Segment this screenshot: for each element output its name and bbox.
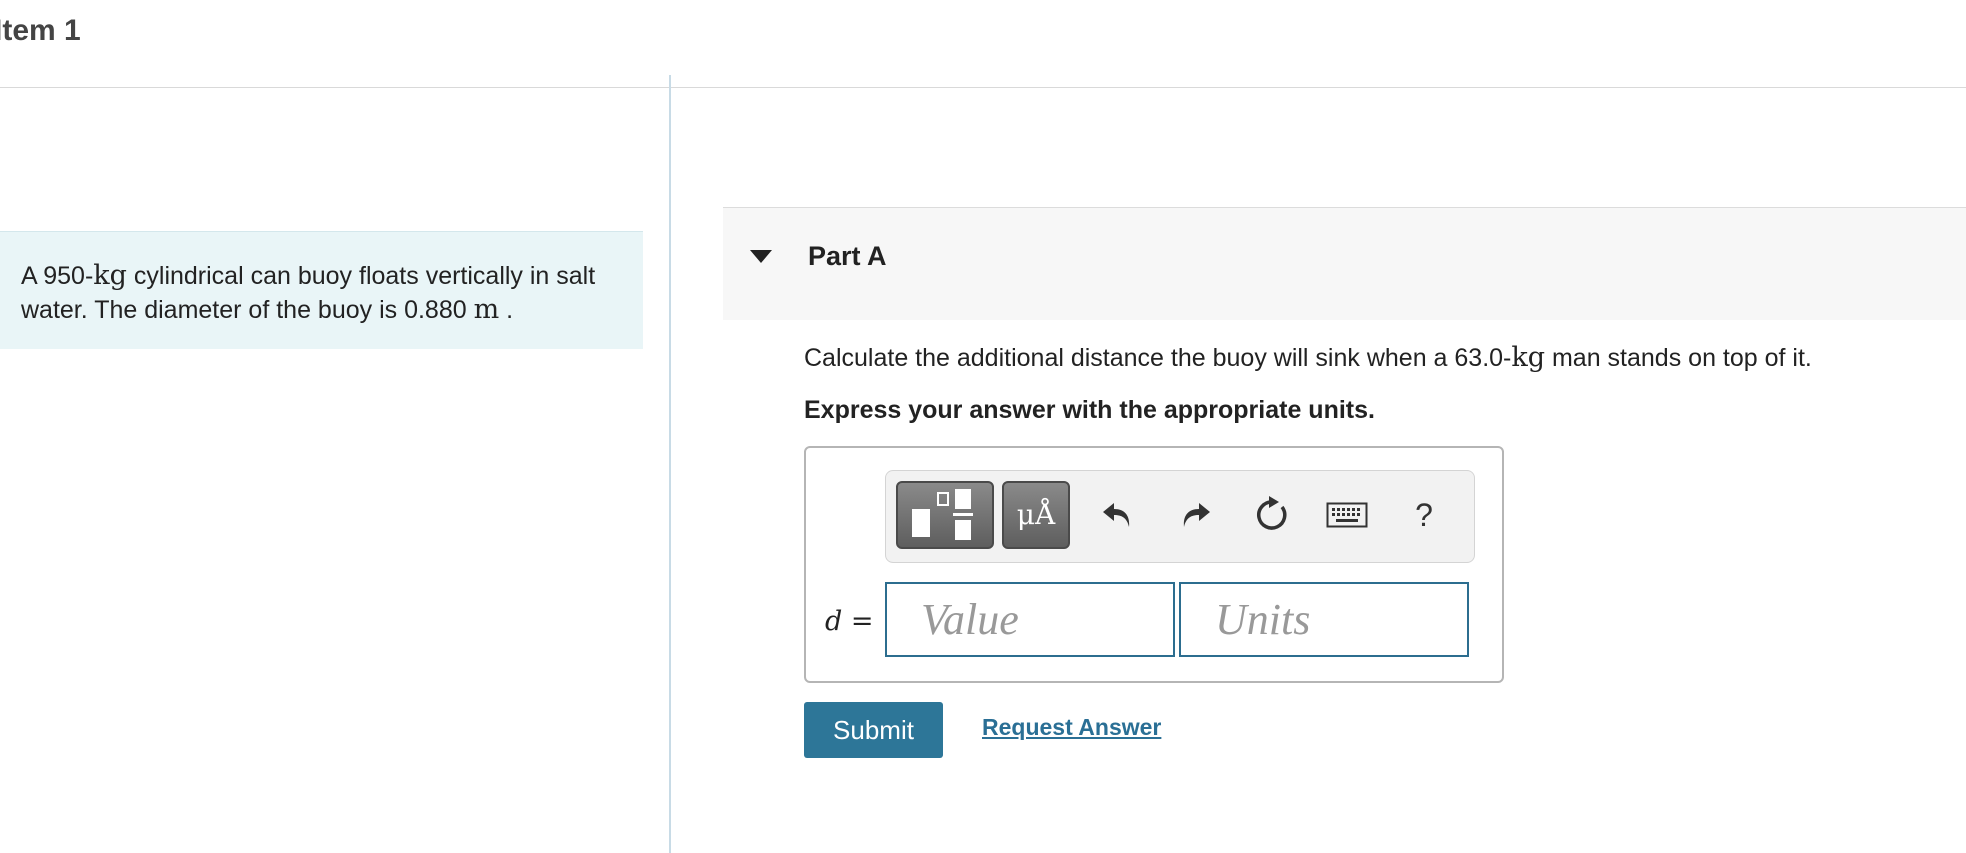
reset-button[interactable] bbox=[1247, 489, 1297, 541]
collapse-caret-icon[interactable] bbox=[750, 250, 772, 263]
equals-sign: = bbox=[842, 606, 874, 637]
unit-kg: kg bbox=[93, 260, 127, 291]
question-text: Calculate the additional distance the bu… bbox=[804, 342, 1812, 373]
question-segment: man stands on top of it. bbox=[1545, 344, 1812, 372]
undo-icon bbox=[1103, 503, 1130, 527]
item-title: Item 1 bbox=[0, 14, 81, 47]
fraction-template-button[interactable] bbox=[896, 481, 994, 549]
fraction-template-icon bbox=[912, 489, 973, 540]
problem-text-segment: . bbox=[499, 296, 514, 324]
header-divider bbox=[0, 87, 1966, 88]
submit-button[interactable]: Submit bbox=[804, 702, 943, 758]
redo-button[interactable] bbox=[1170, 489, 1220, 541]
redo-icon bbox=[1183, 503, 1210, 527]
variable-symbol: d bbox=[825, 606, 843, 637]
question-segment: Calculate the additional distance the bu… bbox=[804, 344, 1512, 372]
request-answer-link[interactable]: Request Answer bbox=[982, 714, 1161, 741]
math-toolbar: μÅ ? bbox=[885, 470, 1475, 563]
unit-kg: kg bbox=[1511, 342, 1546, 373]
answer-panel: μÅ ? d = Value Units bbox=[804, 446, 1504, 683]
problem-statement-panel: A 950-kg cylindrical can buoy floats ver… bbox=[0, 231, 643, 349]
part-a-header[interactable]: Part A bbox=[723, 207, 1966, 320]
variable-label: d = bbox=[825, 606, 874, 637]
help-button[interactable]: ? bbox=[1399, 489, 1449, 541]
problem-statement: A 950-kg cylindrical can buoy floats ver… bbox=[21, 259, 631, 327]
answer-instruction: Express your answer with the appropriate… bbox=[804, 396, 1375, 424]
part-title: Part A bbox=[808, 241, 887, 271]
keyboard-icon bbox=[1326, 502, 1368, 528]
unit-m: m bbox=[473, 294, 500, 325]
pane-divider[interactable] bbox=[669, 75, 671, 853]
keyboard-button[interactable] bbox=[1322, 489, 1372, 541]
units-input[interactable] bbox=[1179, 582, 1469, 657]
problem-text-segment: A 950- bbox=[21, 262, 94, 290]
units-button[interactable]: μÅ bbox=[1002, 481, 1070, 549]
undo-button[interactable] bbox=[1093, 489, 1143, 541]
reset-icon bbox=[1257, 496, 1287, 530]
value-input[interactable] bbox=[885, 582, 1175, 657]
